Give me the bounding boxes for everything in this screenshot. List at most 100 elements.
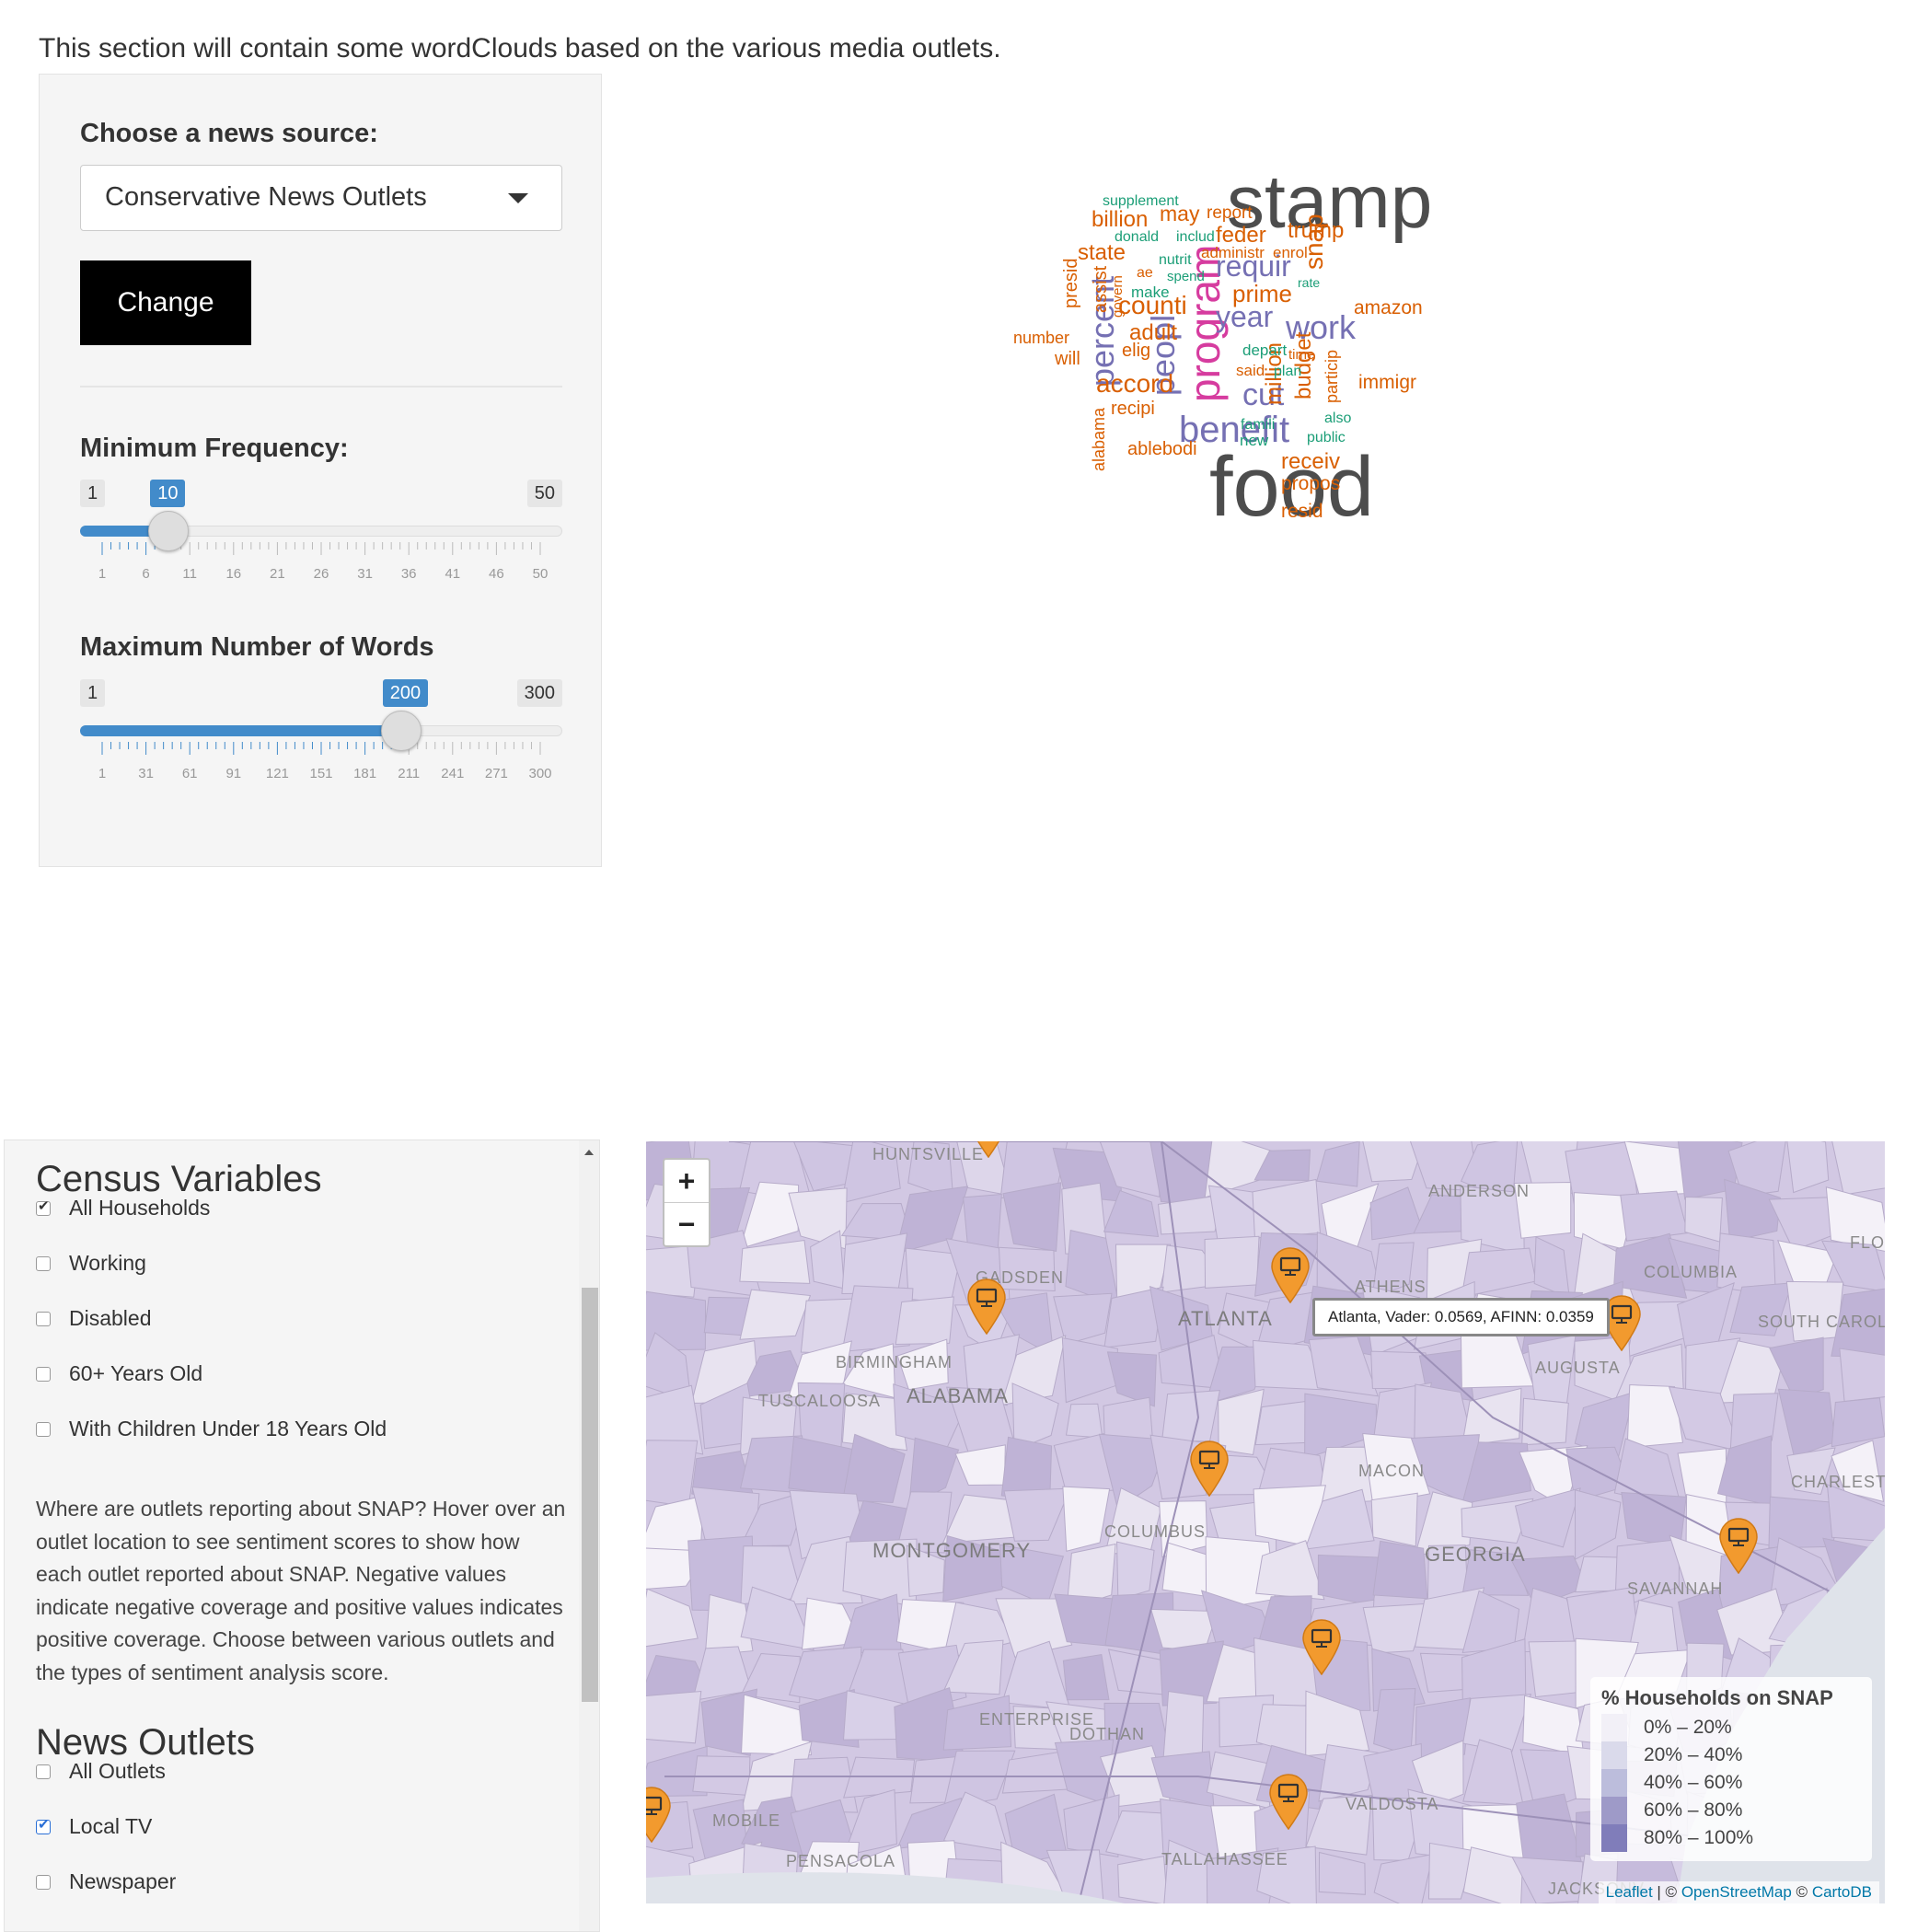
map-place-label: BIRMINGHAM xyxy=(836,1353,953,1371)
scroll-up-icon[interactable] xyxy=(584,1150,594,1155)
county-polygon xyxy=(954,1444,1006,1486)
map-place-label: CHARLESTO xyxy=(1791,1473,1885,1491)
word-cloud-word: ablebodi xyxy=(1127,439,1197,459)
sidebar-scrollbar[interactable] xyxy=(579,1140,599,1931)
slider-value-badge: 200 xyxy=(382,679,429,707)
checkbox-checked[interactable] xyxy=(36,1816,51,1834)
slider-grid-labels: 1 31 61 91 121 151 181 211 241 271 300 xyxy=(80,766,562,784)
description-text: Where are outlets reporting about SNAP? … xyxy=(36,1497,566,1684)
checkbox-row[interactable]: All Outlets xyxy=(36,1759,166,1784)
county-polygon xyxy=(1514,1487,1581,1548)
snap-map[interactable]: HUNTSVILLE ANDERSON GADSDEN ATHENS COLUMBIA F… xyxy=(646,1141,1885,1903)
slider-grid-label: 16 xyxy=(225,566,242,582)
checkbox[interactable] xyxy=(36,1311,51,1326)
chevron-down-icon xyxy=(508,193,528,203)
slider-value-badge: 10 xyxy=(150,480,186,507)
map-place-label: GEORGIA xyxy=(1425,1543,1526,1566)
word-cloud-word: propos xyxy=(1281,473,1340,494)
attribution-separator: | © xyxy=(1652,1883,1681,1901)
map-place-label: MONTGOMERY xyxy=(872,1539,1032,1562)
county-polygon xyxy=(841,1232,908,1294)
max-words-label: Maximum Number of Words xyxy=(80,632,434,662)
checkbox-label: Local TV xyxy=(69,1814,153,1838)
slider-grid-label: 151 xyxy=(309,766,333,781)
legend-label: 40% – 60% xyxy=(1644,1772,1743,1793)
county-polygon xyxy=(1252,1178,1321,1239)
county-polygon xyxy=(1372,1540,1428,1600)
word-cloud-word: administr xyxy=(1201,244,1265,261)
checkbox-label: All Households xyxy=(69,1196,211,1220)
checkbox-row[interactable]: Local TV xyxy=(36,1814,152,1839)
legend-swatch xyxy=(1601,1797,1627,1824)
county-polygon xyxy=(1785,1280,1844,1342)
word-cloud-word: also xyxy=(1324,411,1351,426)
checkbox[interactable] xyxy=(36,1421,51,1437)
county-polygon xyxy=(1786,1141,1830,1194)
county-polygon xyxy=(1777,1388,1836,1458)
checkbox-row[interactable]: With Children Under 18 Years Old xyxy=(36,1417,387,1441)
word-cloud-word: depart xyxy=(1242,341,1287,359)
checkbox-checked[interactable] xyxy=(36,1197,51,1216)
county-polygon xyxy=(1373,1688,1416,1757)
slider-grid-label: 91 xyxy=(225,766,242,781)
checkbox[interactable] xyxy=(36,1366,51,1382)
checkbox-label: Working xyxy=(69,1251,146,1275)
map-place-label: MOBILE xyxy=(712,1811,781,1830)
checkbox-row[interactable]: Working xyxy=(36,1251,146,1276)
county-polygon xyxy=(739,1289,812,1340)
slider-handle[interactable] xyxy=(148,511,190,551)
map-place-label: AUGUSTA xyxy=(1535,1359,1621,1377)
tv-outlet-marker[interactable] xyxy=(1267,1773,1310,1830)
tv-outlet-marker[interactable] xyxy=(1188,1440,1230,1497)
checkbox[interactable] xyxy=(36,1874,51,1890)
census-sidebar: Census Variables All Households Working Di… xyxy=(4,1140,600,1932)
county-polygon xyxy=(1521,1397,1569,1446)
slider-grid-labels: 1 6 11 16 21 26 31 36 41 46 50 xyxy=(80,566,562,584)
slider-grid-label: 1 xyxy=(98,566,107,582)
county-polygon xyxy=(1317,1554,1382,1607)
checkbox-row[interactable]: 60+ Years Old xyxy=(36,1361,202,1386)
news-source-select[interactable]: Conservative News Outlets xyxy=(80,165,562,231)
word-cloud-word: enrol xyxy=(1273,244,1308,261)
news-source-label: Choose a news source: xyxy=(80,119,378,148)
scrollbar-thumb[interactable] xyxy=(582,1288,598,1702)
zoom-out-button[interactable]: − xyxy=(664,1203,709,1245)
checkbox[interactable] xyxy=(36,1255,51,1271)
checkbox-row[interactable]: Disabled xyxy=(36,1306,152,1331)
max-words-slider[interactable]: 1 300 200 1 31 61 91 121 151 181 211 241 271 300 xyxy=(80,679,562,799)
leaflet-link[interactable]: Leaflet xyxy=(1606,1883,1653,1901)
word-cloud-word: amazon xyxy=(1354,297,1423,318)
word-cloud-word: rate xyxy=(1298,275,1320,290)
county-polygon xyxy=(1677,1448,1727,1505)
word-cloud-word: time xyxy=(1288,347,1314,363)
county-polygon xyxy=(963,1194,1002,1249)
checkbox-row[interactable]: Newspaper xyxy=(36,1869,176,1894)
tv-outlet-marker[interactable] xyxy=(646,1786,673,1843)
zoom-in-button[interactable]: + xyxy=(664,1160,709,1203)
county-polygon xyxy=(1574,1489,1622,1561)
change-button[interactable]: Change xyxy=(80,260,251,345)
tv-outlet-marker[interactable] xyxy=(1300,1618,1343,1675)
county-polygon xyxy=(1460,1332,1534,1389)
carto-link[interactable]: CartoDB xyxy=(1812,1883,1872,1901)
county-polygon xyxy=(1316,1141,1360,1187)
county-polygon xyxy=(1533,1236,1570,1299)
county-polygon xyxy=(739,1239,811,1284)
slider-grid-label: 61 xyxy=(181,766,198,781)
checkbox-row[interactable]: All Households xyxy=(36,1196,210,1221)
checkbox[interactable] xyxy=(36,1764,51,1779)
min-frequency-slider[interactable]: 1 50 10 1 6 11 16 21 26 31 36 41 46 50 xyxy=(80,480,562,599)
word-cloud-word: spend xyxy=(1167,269,1205,284)
legend-swatch xyxy=(1601,1824,1627,1852)
tv-outlet-marker[interactable] xyxy=(967,1141,1010,1158)
slider-handle[interactable] xyxy=(380,711,422,751)
legend-item: 0% – 20% xyxy=(1601,1714,1861,1741)
word-cloud-word: said xyxy=(1236,362,1265,379)
tv-outlet-marker[interactable] xyxy=(1269,1246,1311,1303)
word-cloud-word: ae xyxy=(1137,265,1153,281)
tv-outlet-marker[interactable] xyxy=(965,1278,1008,1335)
slider-grid-label: 36 xyxy=(400,566,417,582)
tv-outlet-marker[interactable] xyxy=(1717,1517,1760,1574)
word-cloud-word: plan xyxy=(1274,364,1301,379)
osm-link[interactable]: OpenStreetMap xyxy=(1681,1883,1792,1901)
